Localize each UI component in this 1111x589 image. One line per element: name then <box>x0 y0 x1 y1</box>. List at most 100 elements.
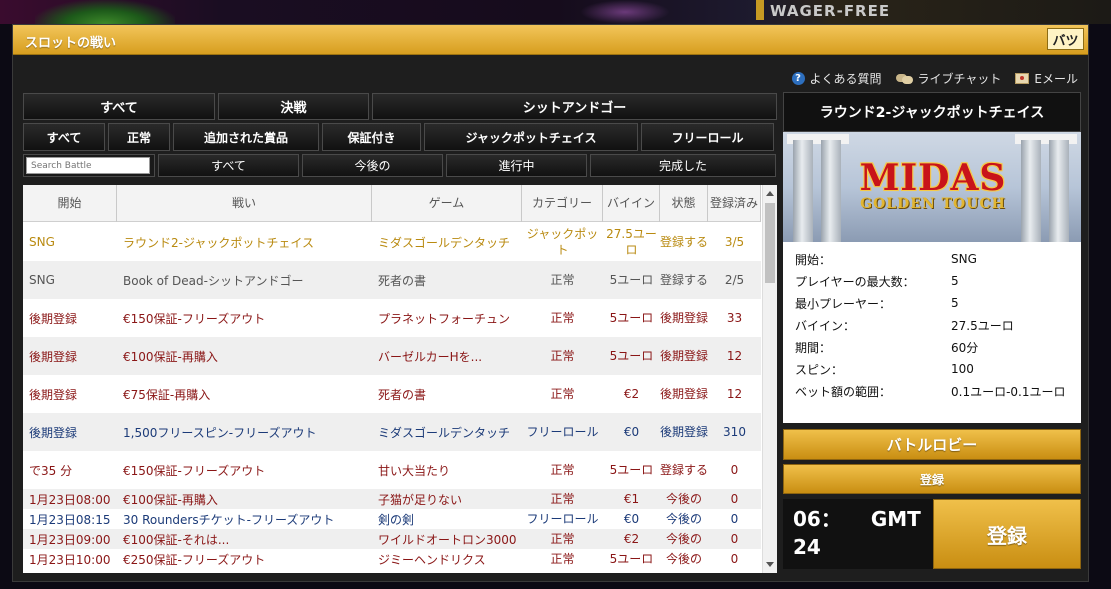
cell-buyin: €2 <box>623 532 640 546</box>
cell-registered: 0 <box>730 492 739 506</box>
cell-game: ワイルドオートロン3000 <box>378 532 517 547</box>
cell-registered: 310 <box>723 425 746 439</box>
cell-buyin: 27.5ユーロ <box>606 227 657 257</box>
filter-type-showdown[interactable]: 決戦 <box>218 93 369 120</box>
table-row[interactable]: で35 分 €150保証-フリーズアウト 甘い大当たり 正常 5ユーロ 登録する 0 <box>23 451 761 489</box>
slot-battles-modal: スロットの戦い バツ ? よくある質問 ライブチャット Eメール すべて 決戦 … <box>12 24 1089 582</box>
register-button[interactable]: 登録 <box>933 499 1081 569</box>
filters: すべて 決戦 シットアンドゴー すべて 正常 追加された賞品 保証付き ジャック… <box>23 93 777 180</box>
banner-decoration <box>793 140 813 242</box>
table-row[interactable]: 1月23日10:00 €250保証-フリーズアウト ジミーヘンドリクス 正常 5ユーロ今… <box>23 549 761 569</box>
cell-start: SNG <box>29 273 55 287</box>
info-value: 60分 <box>951 340 979 355</box>
cell-status: 今後の <box>665 532 702 546</box>
table-row[interactable]: 後期登録 €75保証-再購入 死者の書 正常 €2 後期登録 12 <box>23 375 761 413</box>
table-row[interactable]: 後期登録 €100保証-再購入 バーゼルカーHを... 正常 5ユーロ 後期登録 12 <box>23 337 761 375</box>
filter-status-all[interactable]: すべて <box>158 154 299 177</box>
cell-buyin: 5ユーロ <box>609 311 654 325</box>
filter-category-freeroll[interactable]: フリーロール <box>641 123 774 151</box>
mail-icon <box>1015 73 1030 84</box>
filter-status-completed[interactable]: 完成した <box>590 154 776 177</box>
table-row[interactable]: 1月23日08:15 30 Roundersチケット-フリーズアウト 剣の剣 フリーロ… <box>23 509 761 529</box>
type-filter-row: すべて 決戦 シットアンドゴー <box>23 93 777 120</box>
battles-table: 開始 戦い ゲーム カテゴリー バイイン 状態 登録済み SNG ラウンド2-ジャ… <box>23 185 777 573</box>
timer-time: 06： <box>793 507 841 531</box>
cell-category: 正常 <box>550 552 575 566</box>
category-filter-row: すべて 正常 追加された賞品 保証付き ジャックポットチェイス フリーロール <box>23 123 777 151</box>
email-link-label: Eメール <box>1034 72 1078 86</box>
table-header: 開始 戦い ゲーム カテゴリー バイイン 状態 登録済み <box>23 185 761 222</box>
search-battle-box <box>23 154 155 177</box>
scroll-thumb[interactable] <box>765 203 775 283</box>
info-row-spins: スピン： 100 <box>795 358 1069 380</box>
column-header-registered[interactable]: 登録済み <box>708 185 761 222</box>
cell-category: 正常 <box>550 387 575 401</box>
details-info: 開始： SNG プレイヤーの最大数： 5 最小プレーヤー： 5 バイイン： 27… <box>783 242 1081 423</box>
cell-category: 正常 <box>550 532 575 546</box>
filter-status-upcoming[interactable]: 今後の <box>302 154 443 177</box>
banner-decoration <box>1049 140 1069 242</box>
game-logo-sub: GOLDEN TOUCH <box>860 196 1006 212</box>
filter-status-in-progress[interactable]: 進行中 <box>446 154 587 177</box>
cell-game: 死者の書 <box>378 273 427 288</box>
background-decoration <box>35 0 175 24</box>
cell-buyin: 5ユーロ <box>609 552 654 566</box>
filter-type-all[interactable]: すべて <box>23 93 215 120</box>
email-link[interactable]: Eメール <box>1015 70 1078 87</box>
table-row[interactable]: 1月23日08:00 €100保証-再購入 子猫が足りない 正常 €1 今後の 0 <box>23 489 761 509</box>
filter-category-jackpot-chase[interactable]: ジャックポットチェイス <box>424 123 638 151</box>
cell-start: 1月23日10:00 <box>29 552 111 567</box>
cell-buyin: 5ユーロ <box>609 349 654 363</box>
register-footer: 06： GMT 24 登録 <box>783 499 1081 569</box>
info-row-min-players: 最小プレーヤー： 5 <box>795 292 1069 314</box>
column-header-battle[interactable]: 戦い <box>117 185 372 222</box>
scroll-up-arrow-icon[interactable] <box>766 191 774 196</box>
filter-category-normal[interactable]: 正常 <box>108 123 170 151</box>
faq-link[interactable]: ? よくある質問 <box>791 70 882 87</box>
close-button[interactable]: バツ <box>1047 28 1084 50</box>
column-header-buyin[interactable]: バイイン <box>603 185 660 222</box>
info-label: 期間： <box>795 340 832 355</box>
scroll-down-arrow-icon[interactable] <box>766 562 774 567</box>
table-row[interactable]: 後期登録 1,500フリースピン-フリーズアウト ミダスゴールデンタッチ フリーロール… <box>23 413 761 451</box>
register-button-small[interactable]: 登録 <box>783 464 1081 494</box>
table-row[interactable]: SNG ラウンド2-ジャックポットチェイス ミダスゴールデンタッチ ジャックポット 27… <box>23 223 761 261</box>
filter-type-sit-and-go[interactable]: シットアンドゴー <box>372 93 777 120</box>
cell-registered: 0 <box>730 532 739 546</box>
filter-category-added-prize[interactable]: 追加された賞品 <box>173 123 319 151</box>
cell-category: ジャックポット <box>526 227 599 257</box>
search-battle-input[interactable] <box>26 157 150 174</box>
details-title: ラウンド2-ジャックポットチェイス <box>783 92 1081 132</box>
cell-buyin: €1 <box>623 492 640 506</box>
game-logo-main: MIDAS <box>859 157 1007 199</box>
modal-title: スロットの戦い <box>25 36 117 51</box>
filter-category-all[interactable]: すべて <box>23 123 105 151</box>
column-header-status[interactable]: 状態 <box>660 185 708 222</box>
cell-start: 後期登録 <box>29 425 78 440</box>
info-row-start: 開始： SNG <box>795 248 1069 270</box>
cell-battle: €100保証-再購入 <box>123 349 218 364</box>
table-row[interactable]: 1月23日09:00 €100保証-それは... ワイルドオートロン3000 正常 €2… <box>23 529 761 549</box>
column-header-category[interactable]: カテゴリー <box>522 185 603 222</box>
table-row[interactable]: 後期登録 €150保証-フリーズアウト プラネットフォーチュン 正常 5ユーロ 後期登録 3… <box>23 299 761 337</box>
column-header-game[interactable]: ゲーム <box>372 185 522 222</box>
filter-category-guaranteed[interactable]: 保証付き <box>322 123 421 151</box>
info-label: バイイン： <box>795 318 856 333</box>
background-decoration <box>756 0 764 20</box>
column-header-start[interactable]: 開始 <box>23 185 117 222</box>
cell-status: 今後の <box>665 492 702 506</box>
faq-link-label: よくある質問 <box>809 72 882 86</box>
cell-status: 後期登録 <box>660 349 708 363</box>
cell-game: 剣の剣 <box>378 512 415 527</box>
info-value: 5 <box>951 296 959 310</box>
info-label: ベット額の範囲： <box>795 384 892 399</box>
table-scrollbar[interactable] <box>762 185 777 573</box>
live-chat-link[interactable]: ライブチャット <box>895 70 1001 87</box>
info-value: 27.5ユーロ <box>951 318 1014 333</box>
cell-game: 甘い大当たり <box>378 463 451 478</box>
table-row[interactable]: SNG Book of Dead-シットアンドゴー 死者の書 正常 5ユーロ 登録する 2/… <box>23 261 761 299</box>
help-icon: ? <box>791 72 805 85</box>
battle-lobby-button[interactable]: バトルロビー <box>783 429 1081 460</box>
cell-registered: 0 <box>730 463 739 477</box>
cell-status: 後期登録 <box>660 425 708 439</box>
